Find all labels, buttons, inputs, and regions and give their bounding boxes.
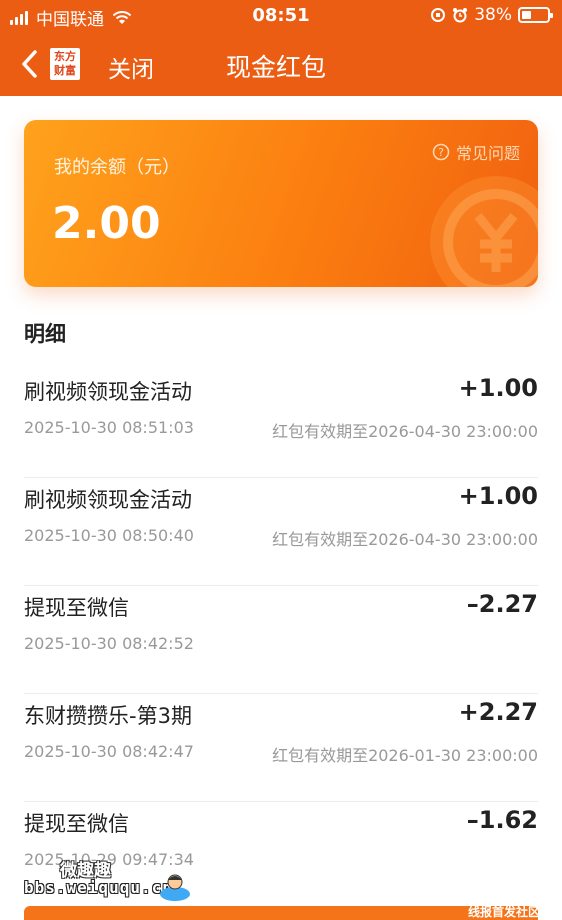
section-title-details: 明细 xyxy=(24,322,66,346)
transaction-amount: +1.00 xyxy=(458,482,538,510)
status-bar: 中国联通 08:51 38% xyxy=(0,0,562,32)
transaction-expiry: 红包有效期至2026-01-30 23:00:00 xyxy=(272,746,538,765)
battery-icon xyxy=(518,7,553,23)
transaction-expiry: 红包有效期至2026-04-30 23:00:00 xyxy=(272,530,538,549)
coin-icon xyxy=(430,176,538,287)
transaction-title: 东财攒攒乐-第3期 xyxy=(24,704,192,728)
transaction-row[interactable]: 东财攒攒乐-第3期 +2.27 2025-10-30 08:42:47 红包有效… xyxy=(24,694,538,802)
back-icon[interactable] xyxy=(16,47,46,81)
faq-label: 常见问题 xyxy=(455,144,520,163)
faq-link[interactable]: ? 常见问题 xyxy=(432,140,520,164)
signal-icon xyxy=(10,10,30,25)
transaction-time: 2025-10-30 08:42:47 xyxy=(24,742,194,761)
balance-card: 我的余额（元） 2.00 ? 常见问题 xyxy=(24,120,538,287)
transaction-expiry: 红包有效期至2026-04-30 23:00:00 xyxy=(272,422,538,441)
help-icon: ? xyxy=(432,143,450,161)
page-title: 现金红包 xyxy=(226,53,327,82)
watermark-url: bbs.weiququ.cn xyxy=(24,878,173,897)
transaction-row[interactable]: 提现至微信 –2.27 2025-10-30 08:42:52 xyxy=(24,586,538,694)
watermark: 微趣趣 bbs.weiququ.cn xyxy=(24,856,204,906)
swimmer-icon xyxy=(160,874,190,901)
transaction-amount: +1.00 xyxy=(458,374,538,402)
orientation-lock-icon xyxy=(431,8,446,22)
transaction-row[interactable]: 刷视频领现金活动 +1.00 2025-10-30 08:50:40 红包有效期… xyxy=(24,478,538,586)
transaction-time: 2025-10-30 08:42:52 xyxy=(24,634,194,653)
transaction-row[interactable]: 刷视频领现金活动 +1.00 2025-10-30 08:51:03 红包有效期… xyxy=(24,370,538,478)
transaction-amount: –1.62 xyxy=(466,806,538,834)
transaction-amount: –2.27 xyxy=(466,590,538,618)
alarm-icon xyxy=(453,8,468,23)
app-logo: 东方 财富 xyxy=(50,48,80,80)
bottom-action-bar[interactable] xyxy=(24,906,538,920)
balance-amount: 2.00 xyxy=(52,198,161,249)
bottom-note: 线报首发社区 xyxy=(467,905,540,919)
wifi-icon xyxy=(112,10,132,24)
transaction-time: 2025-10-30 08:50:40 xyxy=(24,526,194,545)
battery-percentage: 38% xyxy=(474,5,512,25)
close-button[interactable]: 关闭 xyxy=(108,50,154,84)
svg-text:?: ? xyxy=(438,146,444,159)
transaction-amount: +2.27 xyxy=(458,698,538,726)
app-header: 中国联通 08:51 38% 东方 财富 关闭 现金红包 xyxy=(0,0,562,96)
transaction-title: 提现至微信 xyxy=(24,812,129,836)
transaction-title: 刷视频领现金活动 xyxy=(24,488,192,512)
nav-bar: 东方 财富 关闭 现金红包 xyxy=(0,32,562,96)
transaction-title: 刷视频领现金活动 xyxy=(24,380,192,404)
balance-label: 我的余额（元） xyxy=(54,157,180,178)
transaction-title: 提现至微信 xyxy=(24,596,129,620)
transaction-time: 2025-10-30 08:51:03 xyxy=(24,418,194,437)
carrier-name: 中国联通 xyxy=(36,10,104,30)
